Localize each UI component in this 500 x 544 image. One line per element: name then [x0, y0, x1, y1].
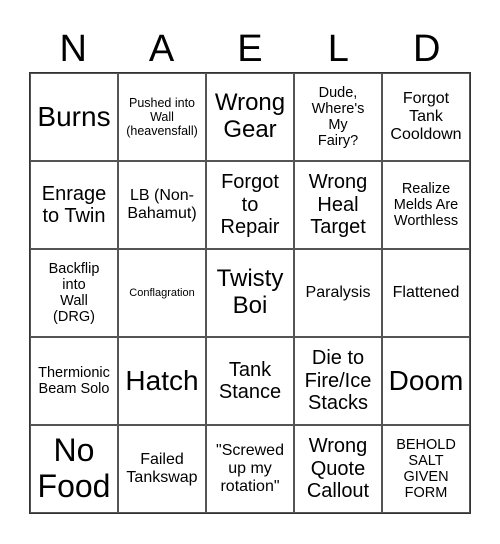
bingo-cell[interactable]: Hatch — [118, 337, 206, 425]
bingo-cell[interactable]: Wrong Quote Callout — [294, 425, 382, 513]
bingo-cell[interactable]: Twisty Boi — [206, 249, 294, 337]
bingo-cell[interactable]: Conflagration — [118, 249, 206, 337]
bingo-cell[interactable]: Dude, Where's My Fairy? — [294, 73, 382, 161]
bingo-cell[interactable]: "Screwed up my rotation" — [206, 425, 294, 513]
bingo-grid: Burns Pushed into Wall (heavensfall) Wro… — [29, 72, 471, 514]
bingo-cell[interactable]: Realize Melds Are Worthless — [382, 161, 470, 249]
bingo-cell[interactable]: Backflip into Wall (DRG) — [30, 249, 118, 337]
bingo-cell[interactable]: No Food — [30, 425, 118, 513]
bingo-cell[interactable]: LB (Non-Bahamut) — [118, 161, 206, 249]
bingo-cell[interactable]: Forgot to Repair — [206, 161, 294, 249]
header-letter: A — [148, 28, 175, 70]
bingo-cell[interactable]: BEHOLD SALT GIVEN FORM — [382, 425, 470, 513]
bingo-cell[interactable]: Burns — [30, 73, 118, 161]
bingo-cell[interactable]: Flattened — [382, 249, 470, 337]
header-letter: N — [59, 28, 87, 70]
bingo-cell[interactable]: Enrage to Twin — [30, 161, 118, 249]
bingo-header: N A E L D — [29, 26, 471, 72]
bingo-cell[interactable]: Failed Tankswap — [118, 425, 206, 513]
bingo-cell[interactable]: Paralysis — [294, 249, 382, 337]
bingo-cell[interactable]: Doom — [382, 337, 470, 425]
header-letter: L — [327, 28, 349, 70]
bingo-cell[interactable]: Wrong Heal Target — [294, 161, 382, 249]
bingo-cell[interactable]: Die to Fire/Ice Stacks — [294, 337, 382, 425]
header-letter: E — [237, 28, 263, 70]
bingo-cell[interactable]: Thermionic Beam Solo — [30, 337, 118, 425]
bingo-cell[interactable]: Pushed into Wall (heavensfall) — [118, 73, 206, 161]
header-letter: D — [413, 28, 441, 70]
bingo-cell[interactable]: Wrong Gear — [206, 73, 294, 161]
bingo-cell[interactable]: Forgot Tank Cooldown — [382, 73, 470, 161]
bingo-cell[interactable]: Tank Stance — [206, 337, 294, 425]
